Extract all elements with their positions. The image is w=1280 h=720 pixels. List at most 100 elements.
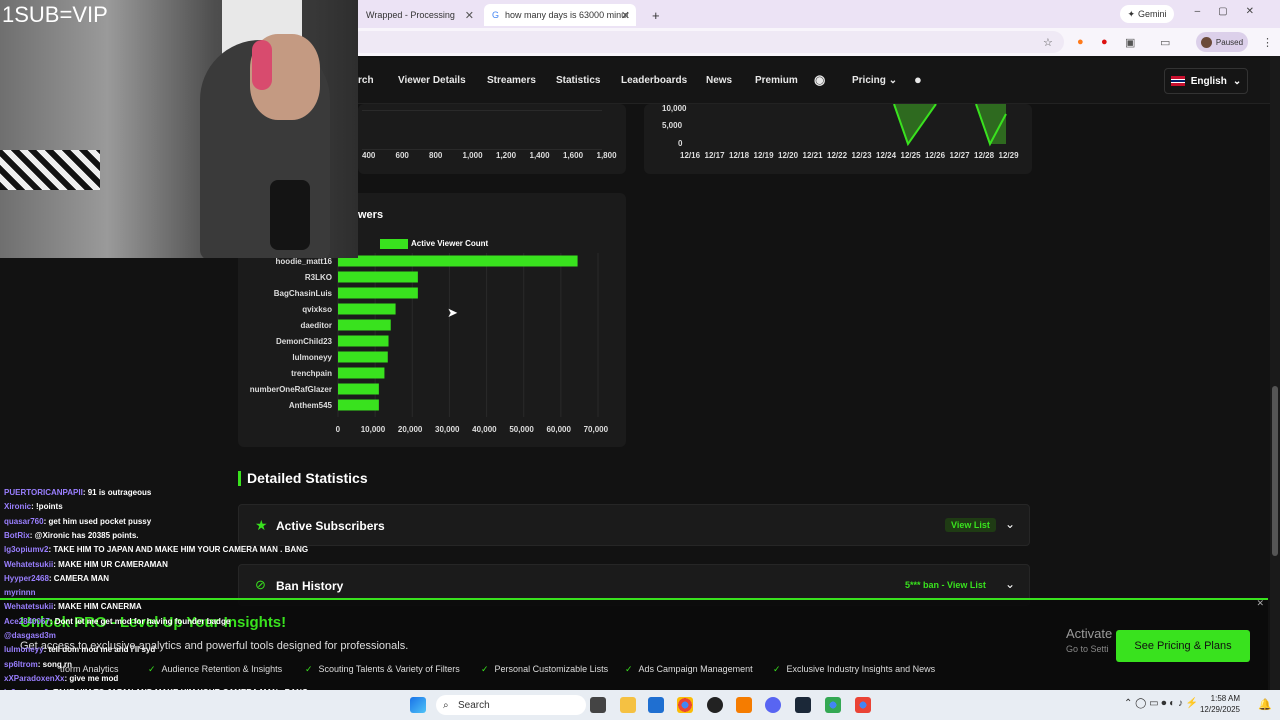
bar[interactable] <box>338 271 418 283</box>
file-explorer-icon[interactable] <box>620 697 636 713</box>
address-bar[interactable] <box>350 31 1064 53</box>
bar[interactable] <box>338 383 379 395</box>
extension-icon[interactable]: ● <box>1077 36 1084 48</box>
nav-item-streamers[interactable]: Streamers <box>487 75 536 86</box>
user-icon[interactable]: ● <box>914 72 922 87</box>
chat-message: : MAKE HIM UR CAMERAMAN <box>53 559 168 569</box>
chat-line: Wehatetsukii: MAKE HIM UR CAMERAMAN <box>4 560 168 569</box>
mouse-cursor-icon: ➤ <box>447 305 458 320</box>
bar[interactable] <box>338 255 578 267</box>
tab-label: Wrapped - Processing <box>366 10 455 20</box>
bar[interactable] <box>338 335 389 347</box>
check-icon: ✓ <box>625 664 633 674</box>
bar[interactable] <box>338 399 379 411</box>
steam-icon[interactable] <box>795 697 811 713</box>
x-tick: 12/23 <box>851 151 872 160</box>
nav-item-viewer-details[interactable]: Viewer Details <box>398 75 466 86</box>
chrome-icon[interactable] <box>855 697 871 713</box>
chart-grid <box>362 110 602 150</box>
nav-item-news[interactable]: News <box>706 75 732 86</box>
y-tick: 5,000 <box>662 121 683 130</box>
x-tick: 12/27 <box>949 151 970 160</box>
y-tick: 0 <box>678 139 683 148</box>
profile-button[interactable]: Paused <box>1196 32 1248 52</box>
x-tick: 12/22 <box>827 151 848 160</box>
discord-icon[interactable] <box>765 697 781 713</box>
view-list-link[interactable]: 5*** ban - View List <box>905 580 986 590</box>
chat-line: @dasgasd3m <box>4 631 56 640</box>
bar[interactable] <box>338 287 418 299</box>
extension-icon[interactable]: ● <box>1101 36 1108 48</box>
task-view-icon[interactable] <box>590 697 606 713</box>
x-tick: 800 <box>429 151 443 160</box>
gemini-button[interactable]: ✦ Gemini <box>1120 5 1174 23</box>
puzzle-icon[interactable]: ▣ <box>1125 36 1135 49</box>
feature-item: ✓ Personal Customizable Lists <box>481 664 609 674</box>
language-selector[interactable]: English ⌄ <box>1164 68 1248 94</box>
chrome-icon[interactable] <box>677 697 693 713</box>
scrollbar[interactable] <box>1270 56 1280 690</box>
x-tick: 1,000 <box>462 151 483 160</box>
sparkle-icon: ✦ <box>1127 8 1136 19</box>
tab-search-icon[interactable]: ▭ <box>1160 36 1170 49</box>
bar-label: DemonChild23 <box>275 336 332 346</box>
app-icon[interactable] <box>736 697 752 713</box>
chat-username: PUERTORICANPAPII <box>4 488 83 497</box>
close-icon[interactable]: ✕ <box>1256 598 1264 609</box>
browser-tab-active[interactable]: G how many days is 63000 minut ✕ <box>484 4 636 26</box>
x-tick: 600 <box>395 151 409 160</box>
chat-username: quasar760 <box>4 516 44 526</box>
y-tick: 10,000 <box>662 104 687 113</box>
nav-item-search[interactable]: rch <box>358 75 374 86</box>
see-pricing-button[interactable]: See Pricing & Plans <box>1116 630 1250 662</box>
x-tick: 1,200 <box>496 151 517 160</box>
chat-username: Wehatetsukii <box>4 559 54 569</box>
nav-item-statistics[interactable]: Statistics <box>556 75 600 86</box>
x-tick: 12/18 <box>729 151 750 160</box>
chat-username: xXParadoxenXx <box>4 673 65 683</box>
browser-tab[interactable]: Wrapped - Processing ✕ <box>358 4 480 26</box>
menu-icon[interactable]: ⋮ <box>1262 36 1273 49</box>
chat-message: : song rn <box>37 659 73 669</box>
bar[interactable] <box>338 351 388 363</box>
chevron-down-icon[interactable]: ⌄ <box>1005 577 1015 591</box>
star-icon[interactable]: ☆ <box>1043 36 1053 49</box>
window-controls[interactable]: –▢✕ <box>1195 6 1272 17</box>
chat-line: sp6ltrom: song rn <box>4 660 72 669</box>
store-icon[interactable] <box>648 697 664 713</box>
new-tab-icon[interactable]: + <box>644 4 668 26</box>
google-icon: G <box>492 10 500 20</box>
system-clock[interactable]: 1:58 AM 12/29/2025 <box>1200 693 1240 715</box>
chat-username: Wehatetsukii <box>4 602 54 612</box>
microphone-icon <box>270 180 310 250</box>
chevron-down-icon[interactable]: ⌄ <box>1005 517 1015 531</box>
obs-icon[interactable] <box>707 697 723 713</box>
bar[interactable] <box>338 303 396 315</box>
x-tick: 0 <box>335 425 341 434</box>
view-list-link[interactable]: View List <box>945 518 996 532</box>
x-tick: 10,000 <box>360 425 386 434</box>
bar[interactable] <box>338 319 391 331</box>
x-tick: 12/19 <box>753 151 774 160</box>
close-icon[interactable]: ✕ <box>465 9 474 22</box>
chat-message: : CAMERA MAN <box>48 573 110 583</box>
tray-icons[interactable]: ⌃ ◯ ▭ ⏺ ◐ ♪ ⚡ <box>1124 698 1198 709</box>
x-tick: 50,000 <box>509 425 534 434</box>
close-icon[interactable]: ✕ <box>621 9 630 22</box>
nav-item-leaderboards[interactable]: Leaderboards <box>621 75 687 86</box>
notification-icon[interactable]: 🔔 <box>1258 698 1272 711</box>
x-tick: 1,600 <box>563 151 584 160</box>
x-tick: 12/24 <box>876 151 897 160</box>
windows-start-icon[interactable] <box>410 697 426 713</box>
discord-icon[interactable]: ◉ <box>814 72 825 88</box>
scroll-thumb[interactable] <box>1272 386 1278 556</box>
active-subscribers-panel[interactable]: ★ Active Subscribers View List ⌄ <box>238 504 1030 546</box>
bar[interactable] <box>338 367 385 379</box>
nav-item-pricing[interactable]: Pricing ⌄ <box>852 75 897 86</box>
chrome-icon[interactable] <box>825 697 841 713</box>
headphones-icon <box>252 40 272 90</box>
x-tick: 1,800 <box>596 151 617 160</box>
taskbar-search[interactable]: ⌕ Search <box>436 695 586 715</box>
search-icon: ⌕ <box>443 699 449 711</box>
nav-item-premium[interactable]: Premium <box>755 75 798 86</box>
